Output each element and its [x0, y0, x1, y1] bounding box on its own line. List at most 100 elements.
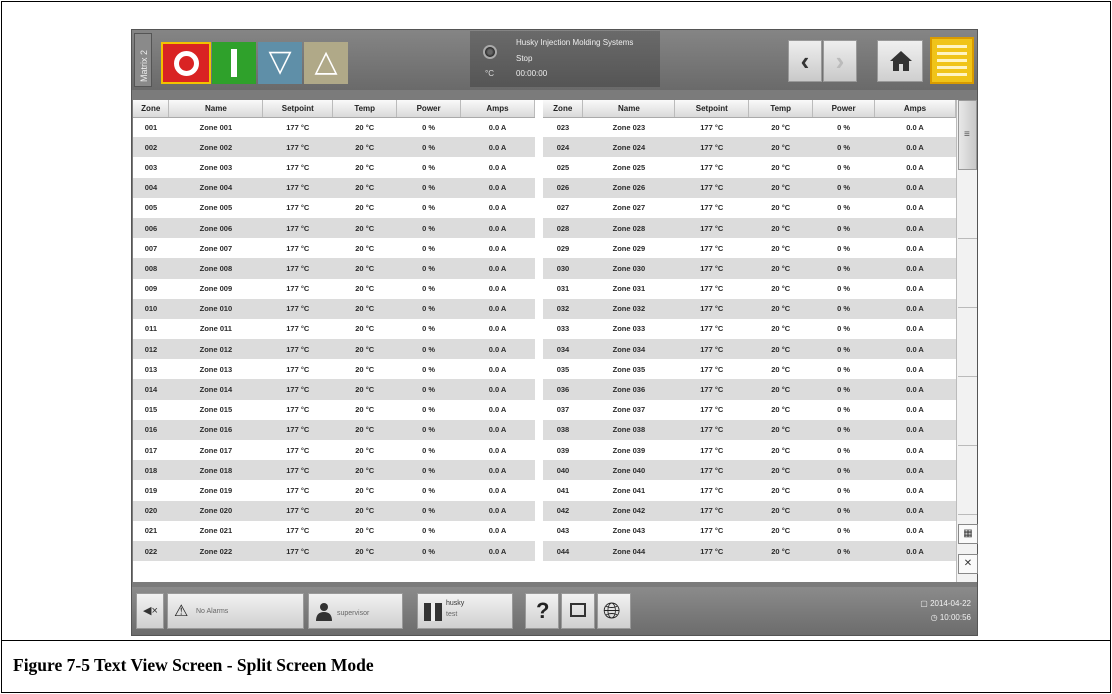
cell-setpoint[interactable]: 177 °C: [674, 480, 749, 501]
scrollbar-thumb[interactable]: ≡: [958, 100, 977, 170]
table-row[interactable]: 030 Zone 030 177 °C 20 °C 0 % 0.0 A: [543, 258, 956, 279]
table-row[interactable]: 016 Zone 016 177 °C 20 °C 0 % 0.0 A: [133, 419, 535, 440]
decrease-button[interactable]: ▽: [258, 42, 302, 84]
cell-setpoint[interactable]: 177 °C: [262, 318, 333, 340]
scroll-sidebar[interactable]: ≡ ▦ ✕: [956, 100, 978, 582]
cell-setpoint[interactable]: 177 °C: [262, 177, 333, 198]
close-keypad-button[interactable]: ✕: [958, 554, 978, 574]
cell-setpoint[interactable]: 177 °C: [674, 157, 749, 178]
alarms-button[interactable]: ⚠ No Alarms: [167, 593, 304, 629]
keypad-button[interactable]: ▦: [958, 524, 978, 544]
cell-setpoint[interactable]: 177 °C: [674, 278, 749, 299]
table-row[interactable]: 025 Zone 025 177 °C 20 °C 0 % 0.0 A: [543, 157, 956, 178]
table-row[interactable]: 011 Zone 011 177 °C 20 °C 0 % 0.0 A: [133, 318, 535, 340]
cell-setpoint[interactable]: 177 °C: [262, 258, 333, 279]
start-button[interactable]: [212, 42, 256, 84]
table-row[interactable]: 036 Zone 036 177 °C 20 °C 0 % 0.0 A: [543, 379, 956, 400]
cell-setpoint[interactable]: 177 °C: [674, 197, 749, 218]
table-row[interactable]: 009 Zone 009 177 °C 20 °C 0 % 0.0 A: [133, 278, 535, 299]
cell-setpoint[interactable]: 177 °C: [674, 298, 749, 319]
table-row[interactable]: 023 Zone 023 177 °C 20 °C 0 % 0.0 A: [543, 117, 956, 138]
cell-setpoint[interactable]: 177 °C: [674, 137, 749, 158]
cell-setpoint[interactable]: 177 °C: [674, 419, 749, 440]
table-row[interactable]: 034 Zone 034 177 °C 20 °C 0 % 0.0 A: [543, 339, 956, 360]
cell-setpoint[interactable]: 177 °C: [674, 258, 749, 279]
table-row[interactable]: 035 Zone 035 177 °C 20 °C 0 % 0.0 A: [543, 359, 956, 380]
cell-setpoint[interactable]: 177 °C: [674, 399, 749, 420]
matrix-tab[interactable]: Matrix 2: [134, 33, 152, 87]
column-header-amps[interactable]: Amps: [460, 100, 535, 118]
table-row[interactable]: 031 Zone 031 177 °C 20 °C 0 % 0.0 A: [543, 278, 956, 299]
column-header-temp[interactable]: Temp: [332, 100, 398, 118]
home-button[interactable]: [877, 40, 923, 82]
cell-setpoint[interactable]: 177 °C: [262, 440, 333, 461]
table-row[interactable]: 013 Zone 013 177 °C 20 °C 0 % 0.0 A: [133, 359, 535, 380]
table-row[interactable]: 002 Zone 002 177 °C 20 °C 0 % 0.0 A: [133, 137, 535, 158]
table-row[interactable]: 041 Zone 041 177 °C 20 °C 0 % 0.0 A: [543, 480, 956, 501]
table-row[interactable]: 044 Zone 044 177 °C 20 °C 0 % 0.0 A: [543, 540, 956, 562]
cell-setpoint[interactable]: 177 °C: [262, 298, 333, 319]
table-row[interactable]: 008 Zone 008 177 °C 20 °C 0 % 0.0 A: [133, 258, 535, 279]
table-row[interactable]: 019 Zone 019 177 °C 20 °C 0 % 0.0 A: [133, 480, 535, 501]
cell-setpoint[interactable]: 177 °C: [674, 117, 749, 138]
forward-button[interactable]: ›: [823, 40, 857, 82]
text-view-button[interactable]: [930, 37, 974, 84]
column-header-power[interactable]: Power: [812, 100, 876, 118]
cell-setpoint[interactable]: 177 °C: [674, 540, 749, 562]
column-header-temp[interactable]: Temp: [748, 100, 814, 118]
stop-button[interactable]: [161, 42, 211, 84]
cell-setpoint[interactable]: 177 °C: [674, 339, 749, 360]
table-row[interactable]: 022 Zone 022 177 °C 20 °C 0 % 0.0 A: [133, 540, 535, 562]
table-row[interactable]: 003 Zone 003 177 °C 20 °C 0 % 0.0 A: [133, 157, 535, 178]
table-row[interactable]: 029 Zone 029 177 °C 20 °C 0 % 0.0 A: [543, 238, 956, 259]
mold-button[interactable]: husky test: [417, 593, 513, 629]
cell-setpoint[interactable]: 177 °C: [262, 157, 333, 178]
cell-setpoint[interactable]: 177 °C: [262, 399, 333, 420]
cell-setpoint[interactable]: 177 °C: [262, 339, 333, 360]
table-row[interactable]: 038 Zone 038 177 °C 20 °C 0 % 0.0 A: [543, 419, 956, 440]
language-button[interactable]: 🌐︎: [597, 593, 631, 629]
cell-setpoint[interactable]: 177 °C: [262, 217, 333, 239]
cell-setpoint[interactable]: 177 °C: [262, 419, 333, 440]
cell-setpoint[interactable]: 177 °C: [674, 217, 749, 239]
cell-setpoint[interactable]: 177 °C: [674, 520, 749, 541]
table-row[interactable]: 024 Zone 024 177 °C 20 °C 0 % 0.0 A: [543, 137, 956, 158]
cell-setpoint[interactable]: 177 °C: [674, 379, 749, 400]
back-button[interactable]: ‹: [788, 40, 822, 82]
table-row[interactable]: 010 Zone 010 177 °C 20 °C 0 % 0.0 A: [133, 298, 535, 319]
column-header-power[interactable]: Power: [396, 100, 462, 118]
cell-setpoint[interactable]: 177 °C: [674, 238, 749, 259]
table-row[interactable]: 015 Zone 015 177 °C 20 °C 0 % 0.0 A: [133, 399, 535, 420]
cell-setpoint[interactable]: 177 °C: [262, 480, 333, 501]
cell-setpoint[interactable]: 177 °C: [674, 460, 749, 481]
table-row[interactable]: 028 Zone 028 177 °C 20 °C 0 % 0.0 A: [543, 217, 956, 239]
screenshot-button[interactable]: [561, 593, 595, 629]
cell-setpoint[interactable]: 177 °C: [262, 460, 333, 481]
cell-setpoint[interactable]: 177 °C: [262, 137, 333, 158]
cell-setpoint[interactable]: 177 °C: [262, 238, 333, 259]
column-header-zone[interactable]: Zone: [543, 100, 584, 118]
cell-setpoint[interactable]: 177 °C: [262, 359, 333, 380]
table-row[interactable]: 027 Zone 027 177 °C 20 °C 0 % 0.0 A: [543, 197, 956, 218]
table-row[interactable]: 021 Zone 021 177 °C 20 °C 0 % 0.0 A: [133, 520, 535, 541]
cell-setpoint[interactable]: 177 °C: [262, 278, 333, 299]
table-row[interactable]: 012 Zone 012 177 °C 20 °C 0 % 0.0 A: [133, 339, 535, 360]
table-row[interactable]: 006 Zone 006 177 °C 20 °C 0 % 0.0 A: [133, 217, 535, 239]
table-row[interactable]: 026 Zone 026 177 °C 20 °C 0 % 0.0 A: [543, 177, 956, 198]
table-row[interactable]: 017 Zone 017 177 °C 20 °C 0 % 0.0 A: [133, 440, 535, 461]
column-header-setpoint[interactable]: Setpoint: [262, 100, 334, 118]
column-header-setpoint[interactable]: Setpoint: [674, 100, 750, 118]
cell-setpoint[interactable]: 177 °C: [262, 379, 333, 400]
cell-setpoint[interactable]: 177 °C: [674, 177, 749, 198]
cell-setpoint[interactable]: 177 °C: [674, 440, 749, 461]
table-row[interactable]: 032 Zone 032 177 °C 20 °C 0 % 0.0 A: [543, 298, 956, 319]
table-row[interactable]: 014 Zone 014 177 °C 20 °C 0 % 0.0 A: [133, 379, 535, 400]
cell-setpoint[interactable]: 177 °C: [674, 318, 749, 340]
table-row[interactable]: 007 Zone 007 177 °C 20 °C 0 % 0.0 A: [133, 238, 535, 259]
table-row[interactable]: 004 Zone 004 177 °C 20 °C 0 % 0.0 A: [133, 177, 535, 198]
column-header-amps[interactable]: Amps: [874, 100, 956, 118]
table-row[interactable]: 005 Zone 005 177 °C 20 °C 0 % 0.0 A: [133, 197, 535, 218]
table-row[interactable]: 039 Zone 039 177 °C 20 °C 0 % 0.0 A: [543, 440, 956, 461]
cell-setpoint[interactable]: 177 °C: [262, 500, 333, 521]
cell-setpoint[interactable]: 177 °C: [674, 500, 749, 521]
